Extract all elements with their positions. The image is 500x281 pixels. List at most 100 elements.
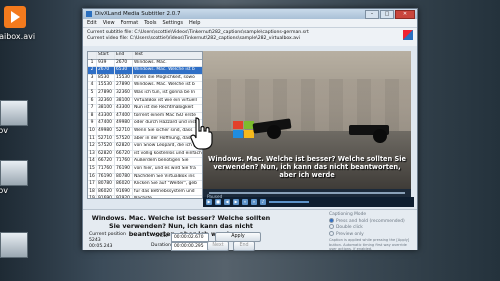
row-end[interactable]: 57520 [115,135,133,143]
table-row[interactable]: 11 52710 57520 aber in der Hoffnung, dass s [88,135,202,144]
row-start[interactable]: 15530 [97,82,115,89]
row-start[interactable]: 8530 [97,74,115,82]
row-end[interactable]: 43300 [115,105,133,112]
mode-option-double-click[interactable]: Double click [329,224,415,231]
col-header-end[interactable]: End [115,52,133,59]
row-end[interactable]: 2670 [115,59,133,67]
next-icon[interactable]: ▶ [233,199,239,205]
row-text[interactable]: ist völlig kostenlos und einfach [133,151,202,158]
row-start[interactable]: 38100 [97,105,115,112]
row-text[interactable]: Windows. Mac. Welche ist b [133,82,202,89]
duration-field[interactable]: 00:00:00.295 [171,242,209,251]
row-end[interactable]: 62820 [115,143,133,150]
radio-icon[interactable] [329,224,334,230]
video-player[interactable]: Windows. Mac. Welche ist besser? Welche … [203,51,411,197]
row-text[interactable]: Windows. Mac. Welche ist b [133,67,202,74]
table-row[interactable]: 5 27890 32360 Was ich tun, ist gonna be In [88,89,202,98]
menu-settings[interactable]: Settings [163,20,184,26]
row-text[interactable]: Windows. Mac. [133,60,202,67]
row-start[interactable]: 80780 [97,181,115,188]
row-start[interactable]: 91690 [97,196,115,198]
row-end[interactable]: 49980 [115,120,133,127]
row-end[interactable]: 80780 [115,173,133,181]
close-button[interactable]: ✕ [395,10,415,19]
row-start[interactable]: 71760 [97,165,115,173]
row-text[interactable]: Nächste [133,196,202,198]
row-end[interactable]: 32360 [115,89,133,97]
maximize-button[interactable]: □ [380,10,394,19]
desktop-file-sbv[interactable]: sbv [0,100,34,136]
desktop-file-uaibox[interactable]: uaibox.avi [0,6,35,42]
table-row[interactable]: 9 47400 49980 oder durch Hazzard und inst [88,120,202,128]
minimize-button[interactable]: – [365,10,379,19]
rewind-icon[interactable]: « [242,199,248,205]
forward-icon[interactable]: » [251,199,257,205]
row-end[interactable]: 71760 [115,158,133,165]
end-button[interactable]: End [233,241,255,251]
row-text[interactable]: Was ich tun, ist gonna be In [133,90,202,97]
row-start[interactable]: 43300 [97,112,115,120]
seek-bar[interactable] [203,189,411,197]
col-header-text[interactable]: Text [133,52,202,59]
table-row[interactable]: 10 49980 52710 Wenn Sie sicher sind, dass [88,127,202,136]
row-text[interactable]: für das Betriebssystem und [133,189,202,196]
table-row[interactable]: 17 80780 86020 Klicken Sie auf "Weiter", ge… [88,181,202,189]
row-end[interactable]: 66720 [115,150,133,158]
menu-help[interactable]: Help [189,20,200,26]
radio-icon[interactable] [329,217,334,223]
row-end[interactable]: 86020 [115,181,133,188]
row-start[interactable]: 62820 [97,150,115,158]
row-start[interactable]: 86020 [97,188,115,196]
table-row[interactable]: 15 71760 76190 von hier, und es wird Sie fr… [88,165,202,174]
table-row[interactable]: 2 2670 6530 Windows. Mac. Welche ist b [88,67,202,75]
mode-option-press-hold[interactable]: Press and hold (recommended) [329,217,415,225]
row-start[interactable]: 52710 [97,135,115,143]
row-start[interactable]: 32360 [97,97,115,105]
table-row[interactable]: 7 38100 43300 Nun ist die Rechtmäßigkeit [88,105,202,113]
row-text[interactable]: von hier, und es wird Sie fra [133,166,202,173]
col-header-start[interactable]: Start [97,52,115,59]
row-start[interactable]: 49980 [97,127,115,135]
table-row[interactable]: 16 76190 80780 Nachdem Sie VirtualBox ins [88,173,202,182]
row-start[interactable]: 47400 [97,120,115,127]
row-end[interactable]: 6530 [115,67,133,74]
menu-edit[interactable]: Edit [87,20,97,26]
volume-slider[interactable] [269,201,309,203]
row-text[interactable]: Nun ist die Rechtmäßigkeit [133,105,202,112]
row-end[interactable]: 52710 [115,127,133,135]
prev-icon[interactable]: ◀ [224,199,230,205]
radio-icon[interactable] [329,230,334,236]
row-text[interactable]: Klicken Sie auf "Weiter", geb [133,181,202,188]
seek-track[interactable] [209,192,405,194]
subtitle-table[interactable]: Start End Text 1 939 2670 Windows. Mac. 2 267… [87,51,203,199]
row-start[interactable]: 66720 [97,158,115,165]
row-end[interactable]: 76190 [115,165,133,173]
table-row[interactable]: 12 57520 62820 von Snow Leopard, die ich g [88,143,202,151]
row-start[interactable]: 57520 [97,143,115,150]
row-end[interactable]: 91690 [115,188,133,196]
menu-format[interactable]: Format [121,20,139,26]
desktop-file-3[interactable] [0,232,34,268]
mode-option-preview[interactable]: Preview only [329,230,415,238]
next-button[interactable]: Next [207,241,229,251]
table-row[interactable]: 19 91690 92920 Nächste [88,196,202,198]
volume-icon[interactable]: ♪ [260,199,266,205]
row-end[interactable]: 92920 [115,196,133,198]
menu-tools[interactable]: Tools [144,20,156,26]
row-text[interactable]: Ihnen die Möglichkeit, sowo [133,75,202,82]
table-row[interactable]: 14 66720 71760 Außerdem benötigen Sie [88,158,202,166]
row-start[interactable]: 76190 [97,173,115,181]
show-field[interactable]: 00:00:02.670 [171,233,209,242]
row-text[interactable]: VirtualBox ist wie ein virtuell [133,98,202,105]
row-start[interactable]: 27890 [97,89,115,97]
desktop-file-sbv-2[interactable]: sbv [0,160,34,196]
row-text[interactable]: Nachdem Sie VirtualBox ins [133,174,202,181]
row-text[interactable]: Außerdem benötigen Sie [133,158,202,165]
row-start[interactable]: 2670 [97,67,115,74]
row-start[interactable]: 939 [97,59,115,67]
row-end[interactable]: 47400 [115,112,133,120]
menu-view[interactable]: View [103,20,115,26]
table-row[interactable]: 4 15530 27890 Windows. Mac. Welche ist b [88,82,202,90]
row-end[interactable]: 15530 [115,74,133,82]
row-end[interactable]: 38100 [115,97,133,105]
